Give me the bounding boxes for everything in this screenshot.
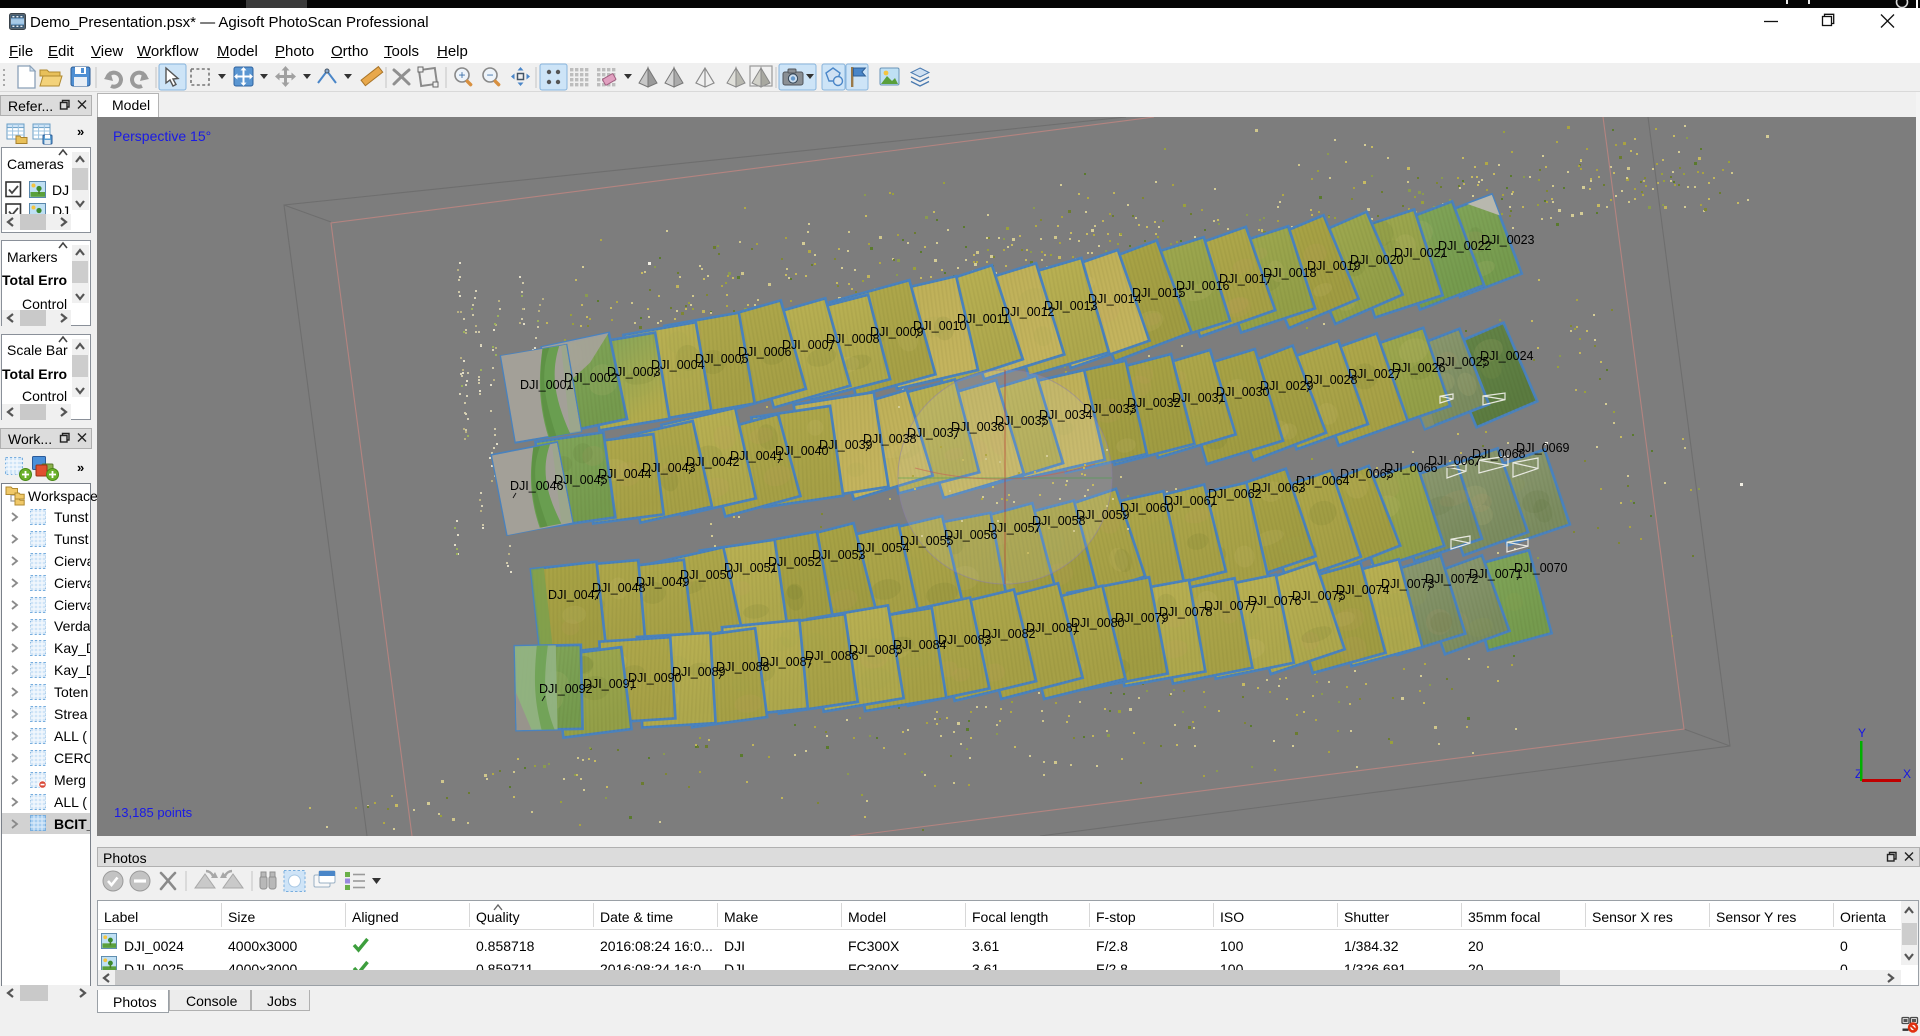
svg-text:DJI_0069: DJI_0069: [1516, 441, 1570, 455]
svg-text:DJI_0070: DJI_0070: [1514, 561, 1568, 575]
svg-text:+: +: [458, 68, 465, 82]
svg-text:13,185 points: 13,185 points: [114, 805, 193, 820]
svg-text:−: −: [486, 68, 493, 82]
svg-text:DJI_0024: DJI_0024: [1480, 349, 1534, 363]
svg-text:X: X: [1903, 767, 1911, 781]
svg-text:Perspective 15°: Perspective 15°: [113, 128, 211, 144]
svg-text:DJI_0023: DJI_0023: [1481, 233, 1535, 247]
svg-text:Y: Y: [1858, 726, 1866, 740]
